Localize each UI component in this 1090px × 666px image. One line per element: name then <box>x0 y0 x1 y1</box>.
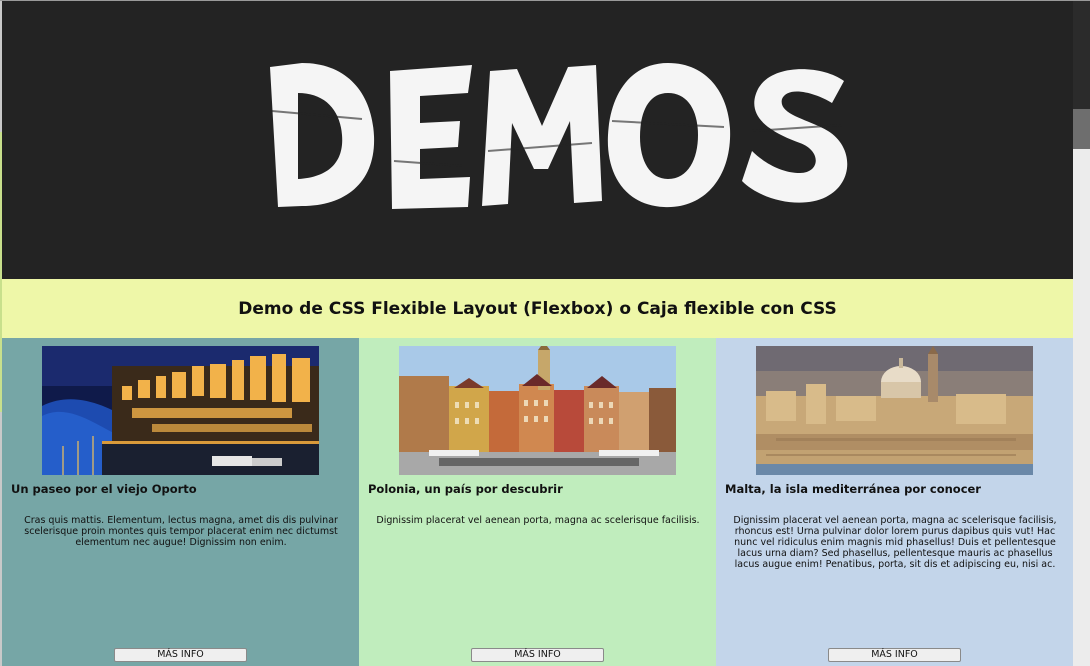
mas-info-button[interactable]: MÁS INFO <box>471 648 604 662</box>
malta-photo <box>756 346 1033 475</box>
card-heading: Polonia, un país por descubrir <box>368 482 563 496</box>
card-heading: Un paseo por el viejo Oporto <box>11 482 197 496</box>
demos-logo <box>270 63 848 209</box>
card-malta: Malta, la isla mediterránea por conocer … <box>716 338 1073 666</box>
polonia-photo <box>399 346 676 475</box>
card-body: Dignissim placerat vel aenean porta, mag… <box>733 515 1057 570</box>
card-body: Cras quis mattis. Elementum, lectus magn… <box>24 515 338 548</box>
mas-info-button[interactable]: MÁS INFO <box>114 648 247 662</box>
card-oporto: Un paseo por el viejo Oporto Cras quis m… <box>2 338 359 666</box>
oporto-photo <box>42 346 319 475</box>
header-banner <box>2 1 1073 279</box>
page-title: Demo de CSS Flexible Layout (Flexbox) o … <box>238 298 837 319</box>
right-scroll-area[interactable] <box>1073 1 1090 666</box>
flex-columns: Un paseo por el viejo Oporto Cras quis m… <box>2 338 1073 666</box>
card-polonia: Polonia, un país por descubrir Dignissim… <box>359 338 716 666</box>
page-title-bar: Demo de CSS Flexible Layout (Flexbox) o … <box>2 279 1073 338</box>
card-body: Dignissim placerat vel aenean porta, mag… <box>376 515 700 526</box>
card-heading: Malta, la isla mediterránea por conocer <box>725 482 981 496</box>
mas-info-button[interactable]: MÁS INFO <box>828 648 961 662</box>
